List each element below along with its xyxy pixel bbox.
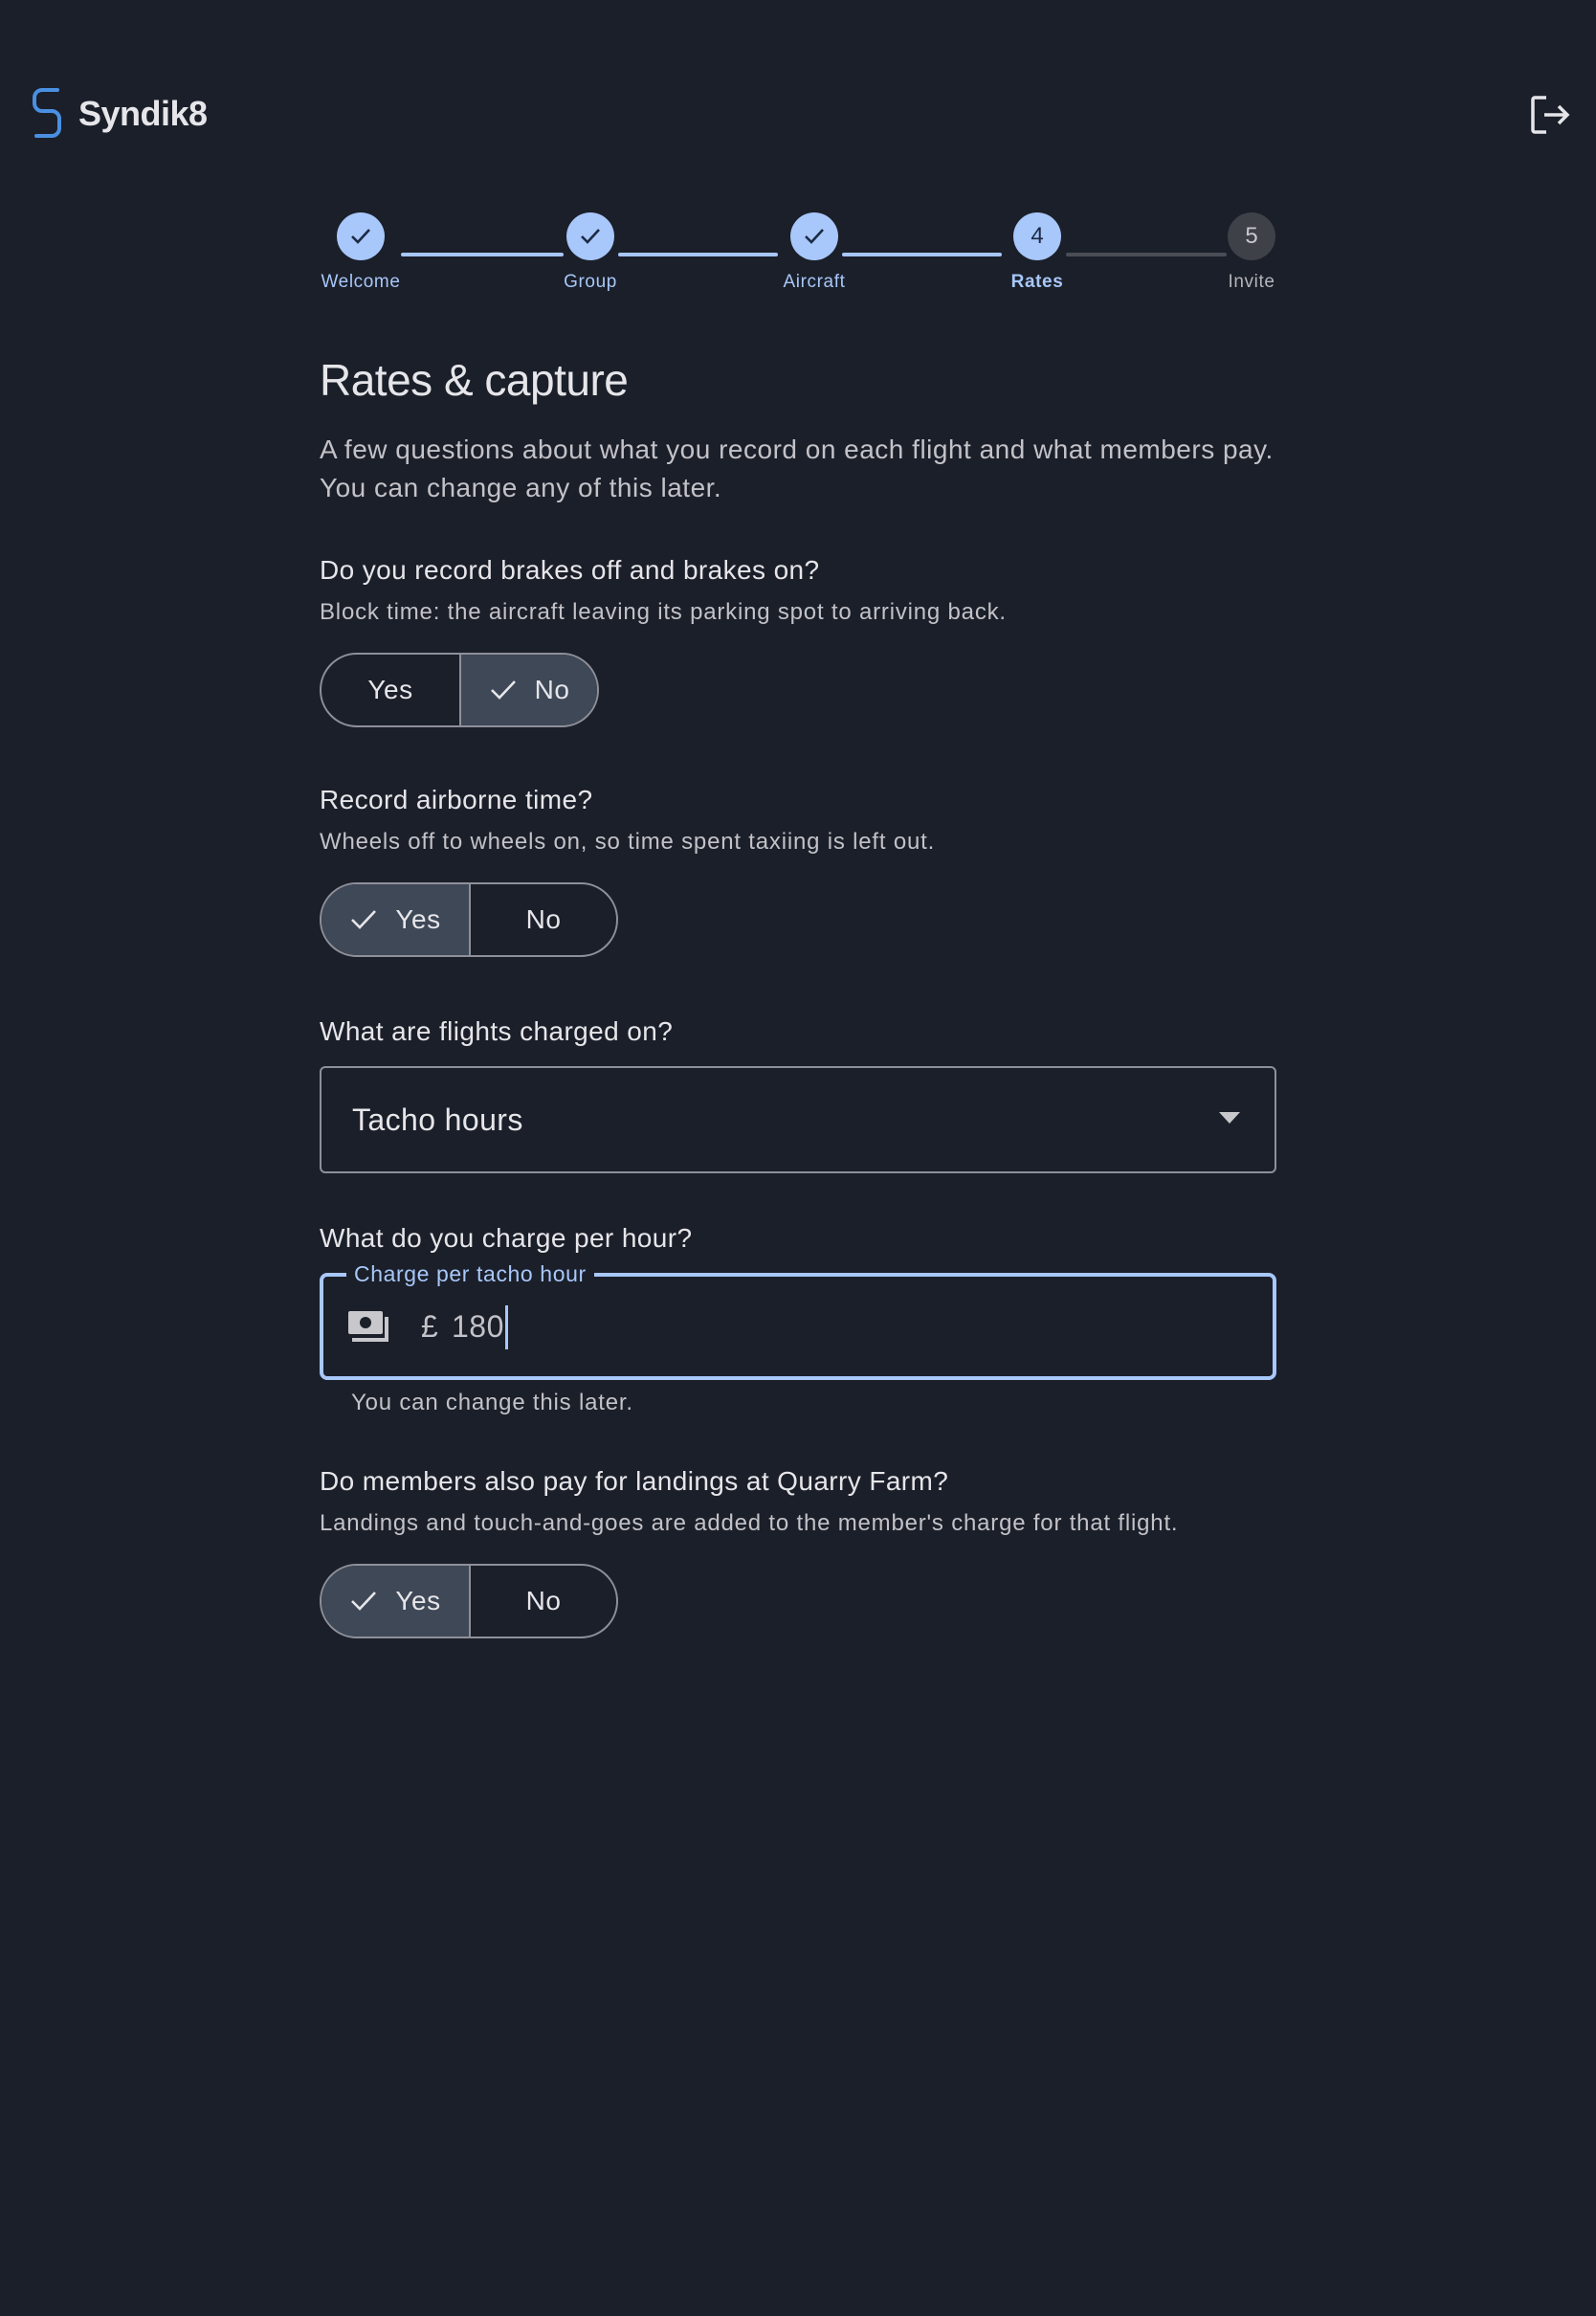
app-name: Syndik8 (78, 94, 208, 133)
step-welcome[interactable]: Welcome (303, 212, 418, 293)
question-help: Block time: the aircraft leaving its par… (320, 599, 1007, 625)
step-label: Rates (1010, 272, 1064, 292)
question-title: What are flights charged on? (320, 1016, 674, 1046)
step-number: 5 (1228, 212, 1275, 260)
question-charged-on: What are flights charged on? (320, 1016, 1276, 1047)
option-label: No (534, 675, 570, 704)
page-title: Rates & capture (320, 355, 629, 405)
brakes-yes-button[interactable]: Yes (321, 655, 459, 725)
question-airborne: Record airborne time? Wheels off to whee… (320, 785, 1276, 957)
step-check-icon (566, 212, 614, 260)
question-landings: Do members also pay for landings at Quar… (320, 1466, 1276, 1638)
question-charge: What do you charge per hour? (320, 1223, 1276, 1254)
charge-input[interactable]: 180 (452, 1277, 504, 1376)
step-group[interactable]: Group (533, 212, 648, 293)
step-rates[interactable]: 4 Rates (980, 212, 1095, 293)
option-label: Yes (395, 904, 441, 934)
page-header: Rates & capture A few questions about wh… (320, 354, 1276, 507)
logout-icon[interactable] (1529, 94, 1571, 136)
top-bar: Syndik8 (0, 0, 1596, 230)
landings-yes-button[interactable]: Yes (321, 1566, 469, 1637)
brakes-no-button[interactable]: No (459, 655, 597, 725)
option-label: No (525, 904, 562, 934)
question-title: Do members also pay for landings at Quar… (320, 1466, 949, 1496)
step-label: Invite (1228, 272, 1275, 292)
charged-on-select[interactable]: Tacho hours (320, 1066, 1276, 1173)
check-icon (490, 680, 516, 700)
text-cursor (505, 1305, 508, 1349)
question-title: Do you record brakes off and brakes on? (320, 555, 820, 585)
question-help: Wheels off to wheels on, so time spent t… (320, 829, 936, 855)
step-label: Group (564, 272, 617, 292)
option-label: Yes (395, 1586, 441, 1615)
question-title: What do you charge per hour? (320, 1223, 693, 1253)
airborne-no-button[interactable]: No (469, 884, 616, 955)
airborne-toggle: Yes No (320, 882, 618, 957)
step-check-icon (337, 212, 385, 260)
landings-toggle: Yes No (320, 1564, 618, 1638)
dropdown-arrow-icon (1219, 1112, 1240, 1124)
step-label: Welcome (321, 272, 401, 292)
option-label: No (525, 1586, 562, 1615)
step-invite[interactable]: 5 Invite (1194, 212, 1309, 293)
check-icon (351, 1592, 377, 1611)
step-number: 4 (1013, 212, 1061, 260)
select-value: Tacho hours (352, 1102, 523, 1137)
question-help: Landings and touch-and-goes are added to… (320, 1510, 1179, 1536)
money-icon (348, 1311, 388, 1342)
option-label: Yes (367, 675, 413, 704)
check-icon (351, 910, 377, 929)
progress-stepper: Welcome Group Aircraft 4 Rates 5 Invite (320, 212, 1276, 299)
question-brakes: Do you record brakes off and brakes on? … (320, 555, 1276, 727)
step-label: Aircraft (783, 272, 846, 292)
step-check-icon (790, 212, 838, 260)
syndik8-logo-icon (33, 88, 61, 138)
question-title: Record airborne time? (320, 785, 593, 814)
app-logo[interactable]: Syndik8 (31, 86, 208, 142)
brakes-toggle: Yes No (320, 653, 599, 727)
landings-no-button[interactable]: No (469, 1566, 616, 1637)
charge-per-hour-field[interactable]: Charge per tacho hour £ 180 (320, 1261, 1276, 1380)
currency-prefix: £ (421, 1309, 438, 1344)
step-aircraft[interactable]: Aircraft (757, 212, 872, 293)
field-supporting-text: You can change this later. (351, 1390, 633, 1415)
airborne-yes-button[interactable]: Yes (321, 884, 469, 955)
page-subtitle: A few questions about what you record on… (320, 434, 1274, 502)
